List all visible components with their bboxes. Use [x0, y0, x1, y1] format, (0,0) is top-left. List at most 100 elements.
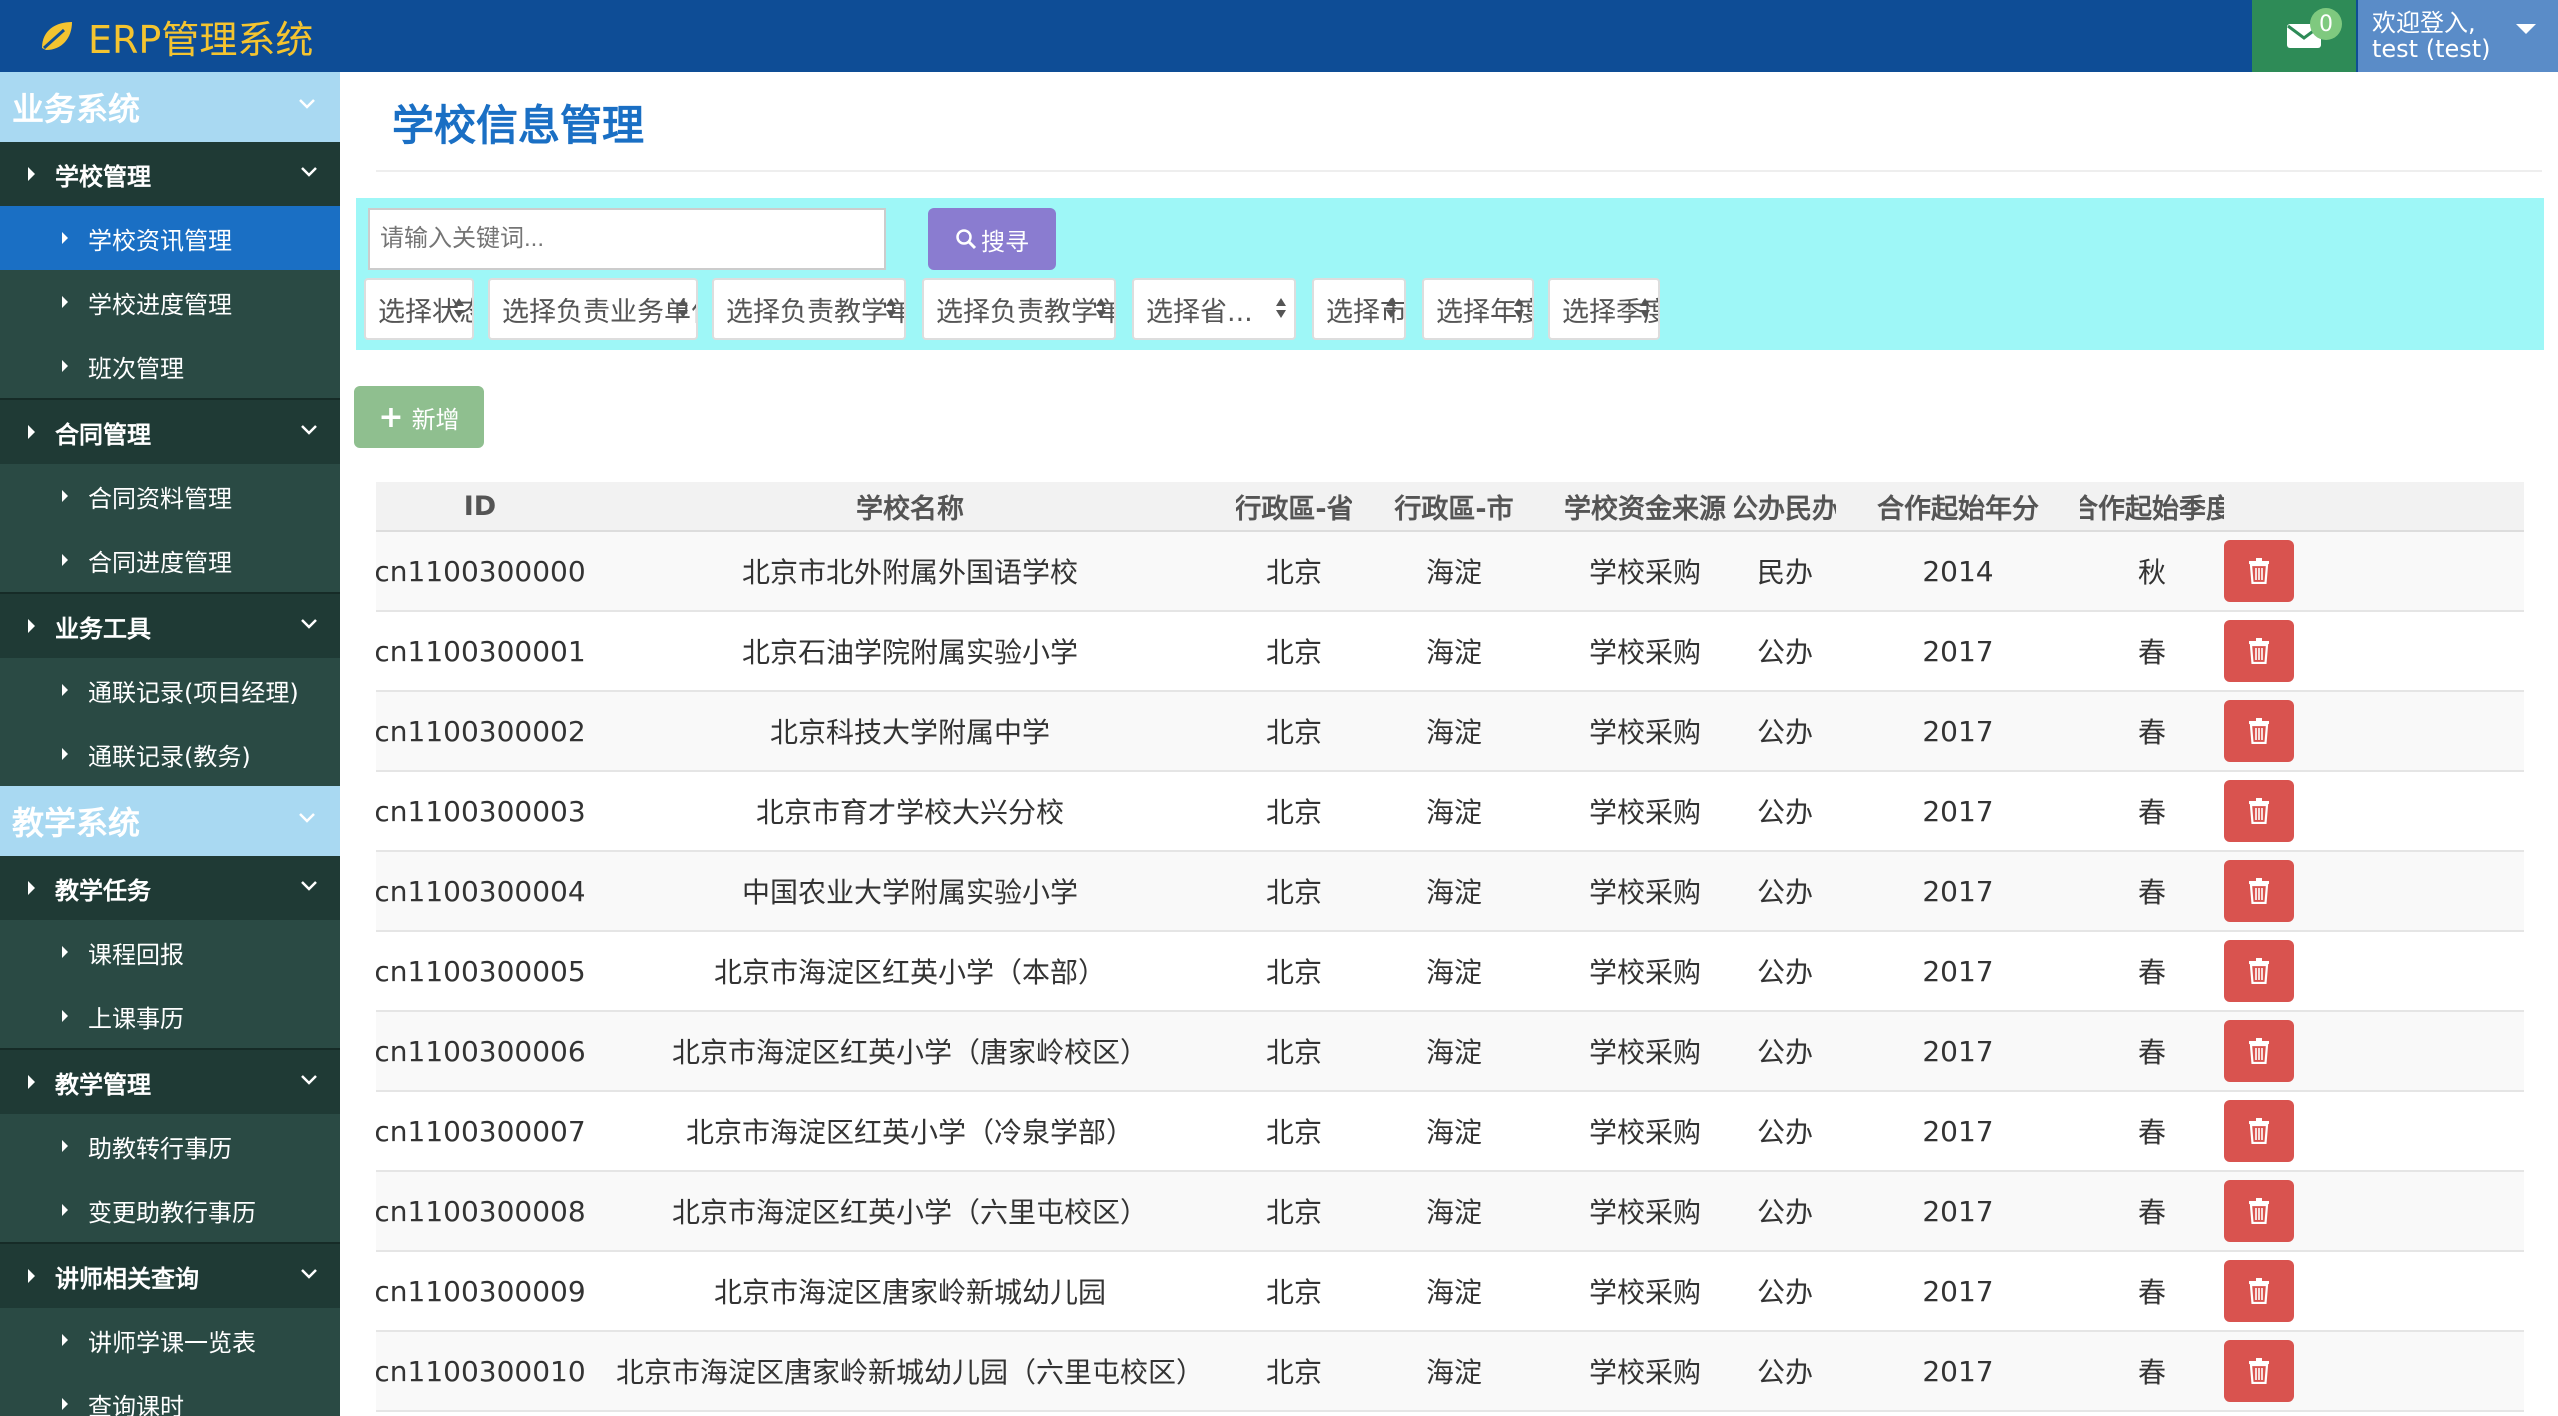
cell-public-private: 公办	[1756, 876, 1813, 909]
sidebar-item-school-progress[interactable]: 学校进度管理	[0, 270, 340, 334]
cell-id: cn1100300010	[376, 1354, 584, 1388]
sidebar-item-course-report[interactable]: 课程回报	[0, 920, 340, 984]
sidebar-group-lecturer-query[interactable]: 讲师相关查询	[0, 1244, 340, 1308]
caret-right-icon	[28, 167, 35, 181]
cell-public-private: 公办	[1756, 1276, 1813, 1309]
business-unit-select[interactable]: 选择负责业务单位(处)...	[488, 278, 698, 340]
trash-icon	[2249, 798, 2269, 824]
cell-actions	[2224, 1252, 2524, 1330]
sidebar-group-school[interactable]: 学校管理	[0, 142, 340, 206]
year-select[interactable]: 选择年度...	[1422, 278, 1534, 340]
caret-right-icon	[28, 1075, 35, 1089]
table-row[interactable]: cn1100300010 北京市海淀区唐家岭新城幼儿园（六里屯校区） 北京 海淀 学校采…	[376, 1332, 2524, 1412]
cell-fund-source: 学校采购	[1588, 1276, 1701, 1309]
delete-button[interactable]	[2224, 540, 2294, 602]
search-button[interactable]: 搜寻	[928, 208, 1056, 270]
cell-public-private: 公办	[1756, 796, 1813, 829]
cell-city: 海淀	[1425, 796, 1482, 829]
brand[interactable]: ERP管理系统	[36, 8, 313, 64]
season-select[interactable]: 选择季度...	[1548, 278, 1660, 340]
delete-button[interactable]	[2224, 860, 2294, 922]
cell-fund-source: 学校采购	[1588, 796, 1701, 829]
sidebar-item-class-management[interactable]: 班次管理	[0, 334, 340, 398]
message-count-badge: 0	[2310, 8, 2342, 40]
add-button[interactable]: + 新增	[354, 386, 484, 448]
column-header-province[interactable]: 行政區-省	[1236, 482, 1352, 530]
caret-right-icon	[62, 946, 68, 958]
sidebar-item-class-calendar[interactable]: 上课事历	[0, 984, 340, 1048]
select-value: 选择负责业务单位(处)...	[502, 296, 696, 328]
column-header-start-year[interactable]: 合作起始年分	[1836, 482, 2080, 530]
caret-right-icon	[28, 1269, 35, 1283]
delete-button[interactable]	[2224, 1100, 2294, 1162]
delete-button[interactable]	[2224, 1180, 2294, 1242]
delete-button[interactable]	[2224, 620, 2294, 682]
item-label: 学校资讯管理	[88, 226, 232, 255]
cell-public-private: 民办	[1756, 556, 1813, 589]
messages-button[interactable]: 0	[2252, 0, 2356, 72]
table-row[interactable]: cn1100300009 北京市海淀区唐家岭新城幼儿园 北京 海淀 学校采购 公办 2017…	[376, 1252, 2524, 1332]
system-header-teaching[interactable]: 教学系统	[0, 786, 340, 856]
cell-id: cn1100300002	[376, 714, 584, 748]
province-select[interactable]: 选择省...	[1132, 278, 1296, 340]
cell-school-name: 北京市海淀区红英小学（冷泉学部）	[685, 1116, 1134, 1149]
column-header-city[interactable]: 行政區-市	[1352, 482, 1556, 530]
app-title: ERP管理系统	[88, 17, 314, 62]
delete-button[interactable]	[2224, 780, 2294, 842]
item-label: 变更助教行事历	[88, 1198, 256, 1227]
sidebar-item-ta-calendar[interactable]: 助教转行事历	[0, 1114, 340, 1178]
column-header-id[interactable]: ID	[376, 482, 584, 530]
sidebar-group-contract[interactable]: 合同管理	[0, 400, 340, 464]
sidebar-group-business-tools[interactable]: 业务工具	[0, 594, 340, 658]
sidebar-item-contact-log-academic[interactable]: 通联记录(教务)	[0, 722, 340, 786]
search-input[interactable]	[368, 208, 886, 270]
column-header-name[interactable]: 学校名称	[584, 482, 1236, 530]
table-row[interactable]: cn1100300003 北京市育才学校大兴分校 北京 海淀 学校采购 公办 2017 春	[376, 772, 2524, 852]
table-row[interactable]: cn1100300004 中国农业大学附属实验小学 北京 海淀 学校采购 公办 2017 春	[376, 852, 2524, 932]
cell-fund-source: 学校采购	[1588, 556, 1701, 589]
table-row[interactable]: cn1100300000 北京市北外附属外国语学校 北京 海淀 学校采购 民办 2014 秋	[376, 532, 2524, 612]
delete-button[interactable]	[2224, 1020, 2294, 1082]
sidebar-item-lecturer-course-list[interactable]: 讲师学课一览表	[0, 1308, 340, 1372]
item-label: 通联记录(教务)	[88, 742, 251, 771]
trash-icon	[2249, 1198, 2269, 1224]
delete-button[interactable]	[2224, 940, 2294, 1002]
column-header-fund-source[interactable]: 学校资金来源	[1556, 482, 1734, 530]
cell-start-year: 2017	[1922, 954, 1994, 988]
table-row[interactable]: cn1100300005 北京市海淀区红英小学（本部） 北京 海淀 学校采购 公办 2017…	[376, 932, 2524, 1012]
cell-school-name: 北京市海淀区红英小学（唐家岭校区）	[671, 1036, 1148, 1069]
sidebar-group-teaching-tasks[interactable]: 教学任务	[0, 856, 340, 920]
cell-start-season: 春	[2137, 1036, 2166, 1069]
item-label: 班次管理	[88, 354, 184, 383]
sidebar-group-teaching-management[interactable]: 教学管理	[0, 1050, 340, 1114]
column-header-start-season[interactable]: 合作起始季度	[2080, 482, 2224, 530]
sidebar-item-query-hours[interactable]: 查询课时	[0, 1372, 340, 1416]
cell-public-private: 公办	[1756, 1116, 1813, 1149]
table-row[interactable]: cn1100300002 北京科技大学附属中学 北京 海淀 学校采购 公办 2017 春	[376, 692, 2524, 772]
delete-button[interactable]	[2224, 1340, 2294, 1402]
table-row[interactable]: cn1100300007 北京市海淀区红英小学（冷泉学部） 北京 海淀 学校采购 公办 20…	[376, 1092, 2524, 1172]
table-row[interactable]: cn1100300006 北京市海淀区红英小学（唐家岭校区） 北京 海淀 学校采购 公办 2…	[376, 1012, 2524, 1092]
sidebar-item-change-ta-calendar[interactable]: 变更助教行事历	[0, 1178, 340, 1242]
table-row[interactable]: cn1100300008 北京市海淀区红英小学（六里屯校区） 北京 海淀 学校采购 公办 2…	[376, 1172, 2524, 1252]
status-select[interactable]: 选择状态...	[364, 278, 474, 340]
cell-actions	[2224, 1012, 2524, 1090]
system-header-business[interactable]: 业务系统	[0, 72, 340, 142]
user-menu[interactable]: 欢迎登入, test (test)	[2358, 0, 2558, 72]
sidebar: 业务系统 学校管理 学校资讯管理 学校进度管理 班次管理 合同管理 合同资料管理…	[0, 72, 340, 1416]
delete-button[interactable]	[2224, 1260, 2294, 1322]
cell-school-name: 北京市育才学校大兴分校	[755, 796, 1064, 829]
sidebar-item-contract-progress[interactable]: 合同进度管理	[0, 528, 340, 592]
sidebar-item-school-info[interactable]: 学校资讯管理	[0, 206, 340, 270]
cell-id: cn1100300007	[376, 1114, 584, 1148]
column-header-public-private[interactable]: 公办民办	[1734, 482, 1836, 530]
teaching-unit-group-select[interactable]: 选择负责教学单位(组)	[922, 278, 1116, 340]
sidebar-item-contract-data[interactable]: 合同资料管理	[0, 464, 340, 528]
teaching-unit-office-select[interactable]: 选择负责教学单位(处)	[712, 278, 906, 340]
sidebar-item-contact-log-pm[interactable]: 通联记录(项目经理)	[0, 658, 340, 722]
cell-city: 海淀	[1425, 716, 1482, 749]
table-row[interactable]: cn1100300001 北京石油学院附属实验小学 北京 海淀 学校采购 公办 2017 春	[376, 612, 2524, 692]
delete-button[interactable]	[2224, 700, 2294, 762]
city-select[interactable]: 选择市...	[1312, 278, 1406, 340]
cell-school-name: 北京市海淀区唐家岭新城幼儿园	[713, 1276, 1106, 1309]
